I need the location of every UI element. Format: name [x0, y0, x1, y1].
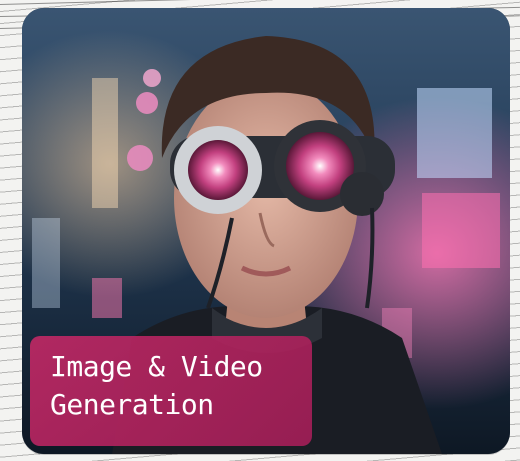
- feature-card[interactable]: Image & Video Generation: [22, 8, 510, 454]
- title-overlay: Image & Video Generation: [30, 336, 312, 446]
- page: Image & Video Generation: [0, 0, 520, 461]
- card-title: Image & Video Generation: [50, 350, 263, 421]
- sketch-line: [0, 0, 520, 5]
